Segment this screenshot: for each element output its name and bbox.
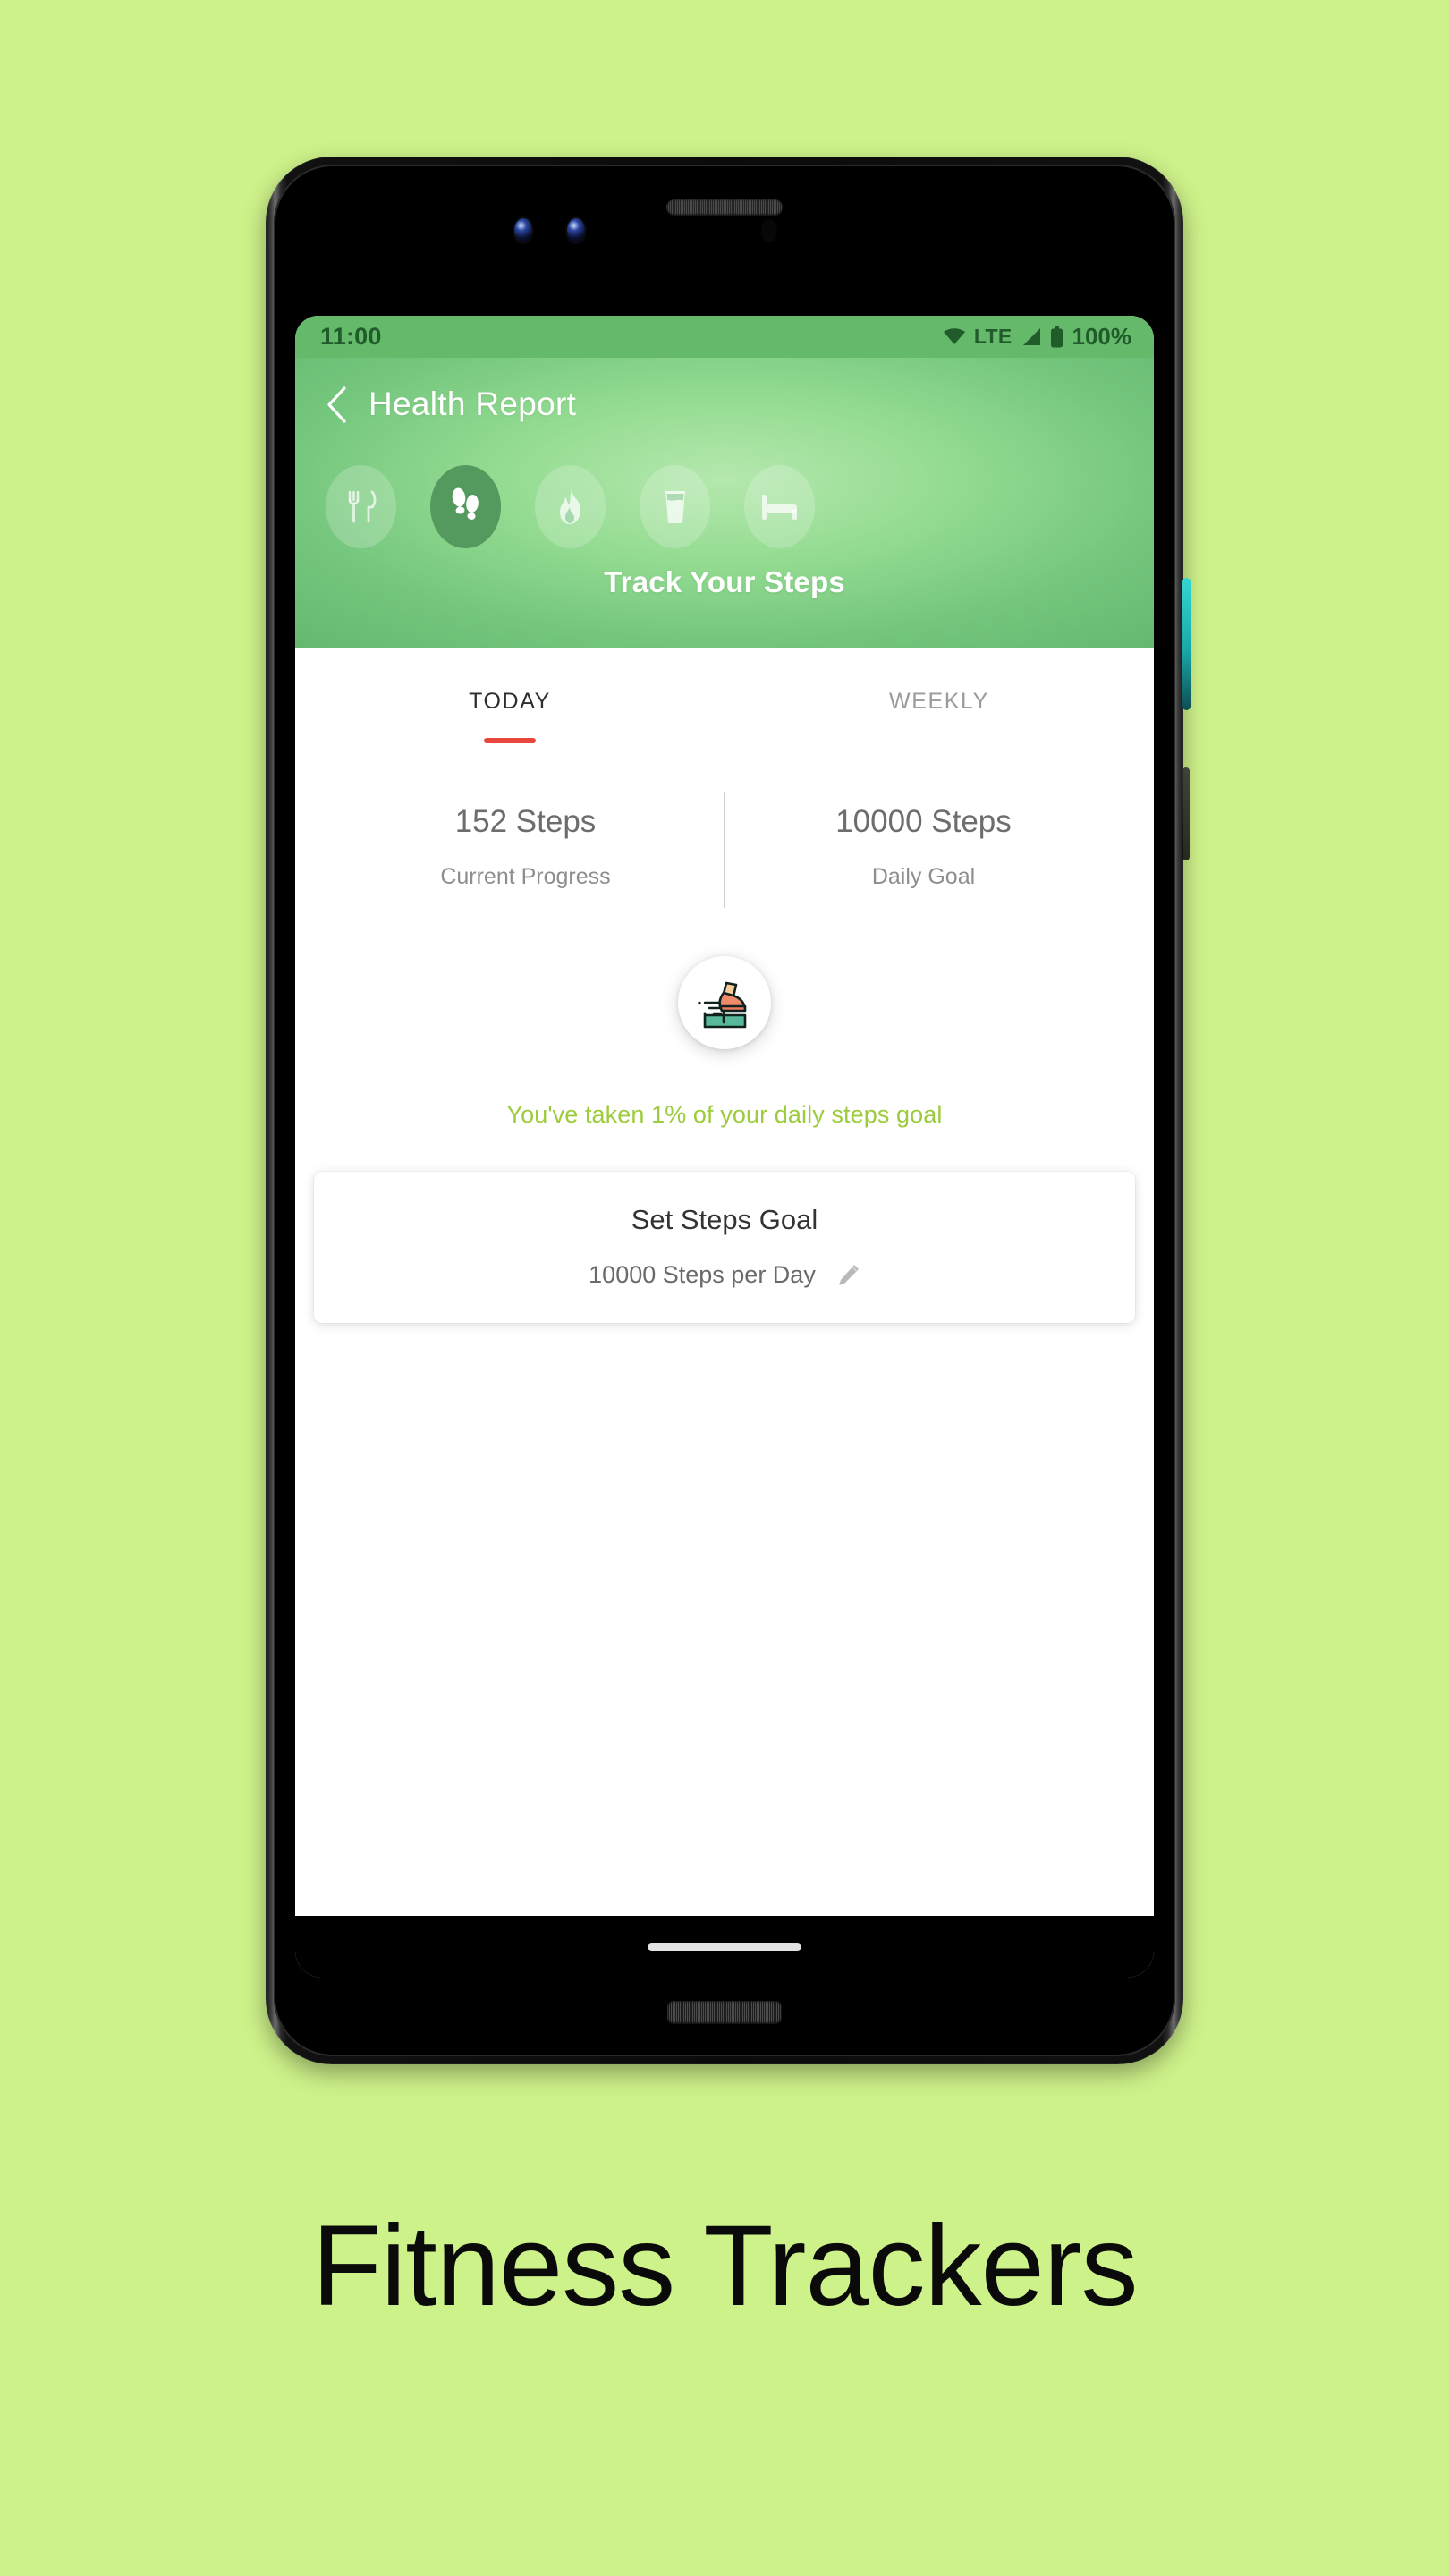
water-glass-icon [665,490,685,523]
battery-percent-label: 100% [1072,323,1132,350]
footprints-icon [452,487,479,520]
app-header: Health Report Track Your Steps [295,358,1154,648]
header-subtitle: Track Your Steps [604,565,845,598]
steps-badge [678,956,771,1049]
status-time: 11:00 [320,323,382,350]
stat-value: 10000 Steps [835,804,1012,839]
bed-icon [761,494,797,520]
network-type-label: LTE [973,325,1013,348]
fork-knife-icon [348,490,376,522]
stat-caption: Daily Goal [871,864,976,889]
tab-active-indicator [484,738,536,743]
volume-button[interactable] [1182,767,1190,860]
stat-caption: Current Progress [440,864,611,889]
status-icon-group: LTE 100% [943,323,1131,351]
category-chip-calories[interactable] [535,465,606,548]
goal-card-title: Set Steps Goal [631,1204,818,1235]
earpiece-speaker-icon [666,199,783,215]
stat-value: 152 Steps [454,804,597,839]
proximity-sensor-icon [761,219,777,242]
gesture-nav-bar [295,1916,1154,1978]
page-title: Health Report [369,386,577,422]
category-strip [295,465,1154,548]
stat-current-progress: 152 Steps Current Progress [327,804,724,890]
category-chip-steps[interactable] [430,465,501,548]
back-chevron-icon[interactable] [325,386,349,423]
stepping-shoe-icon [698,981,747,1029]
wifi-icon [943,328,965,344]
bottom-speaker-icon [667,2001,782,2023]
phone-screen: 11:00 LTE 100% Health Report Track Your … [295,316,1154,1978]
category-chip-sleep[interactable] [744,465,815,548]
tab-today[interactable]: TODAY [295,689,724,743]
category-chip-food[interactable] [326,465,396,548]
front-camera-icon [514,218,532,242]
tab-bar: TODAY WEEKLY [295,648,1154,743]
flame-icon [559,488,580,524]
tab-weekly-label: WEEKLY [889,689,989,714]
set-steps-goal-card[interactable]: Set Steps Goal 10000 Steps per Day [314,1172,1135,1323]
goal-card-value: 10000 Steps per Day [589,1261,816,1288]
signal-icon [1022,327,1040,345]
battery-icon [1050,326,1063,347]
stats-row: 152 Steps Current Progress 10000 Steps D… [295,792,1154,908]
category-chip-water[interactable] [640,465,710,548]
tab-weekly[interactable]: WEEKLY [724,689,1154,743]
tab-today-label: TODAY [469,689,551,714]
page-caption: Fitness Trackers [311,2202,1139,2330]
front-camera-secondary-icon [567,218,585,242]
status-bar: 11:00 LTE 100% [295,316,1154,358]
goal-card-row: 10000 Steps per Day [314,1261,1135,1289]
power-button[interactable] [1182,578,1191,710]
edit-pencil-icon[interactable] [835,1263,860,1288]
stat-daily-goal: 10000 Steps Daily Goal [725,804,1122,890]
header-bar: Health Report [295,358,1154,423]
home-gesture-handle[interactable] [648,1943,801,1951]
progress-message: You've taken 1% of your daily steps goal [506,1101,943,1128]
